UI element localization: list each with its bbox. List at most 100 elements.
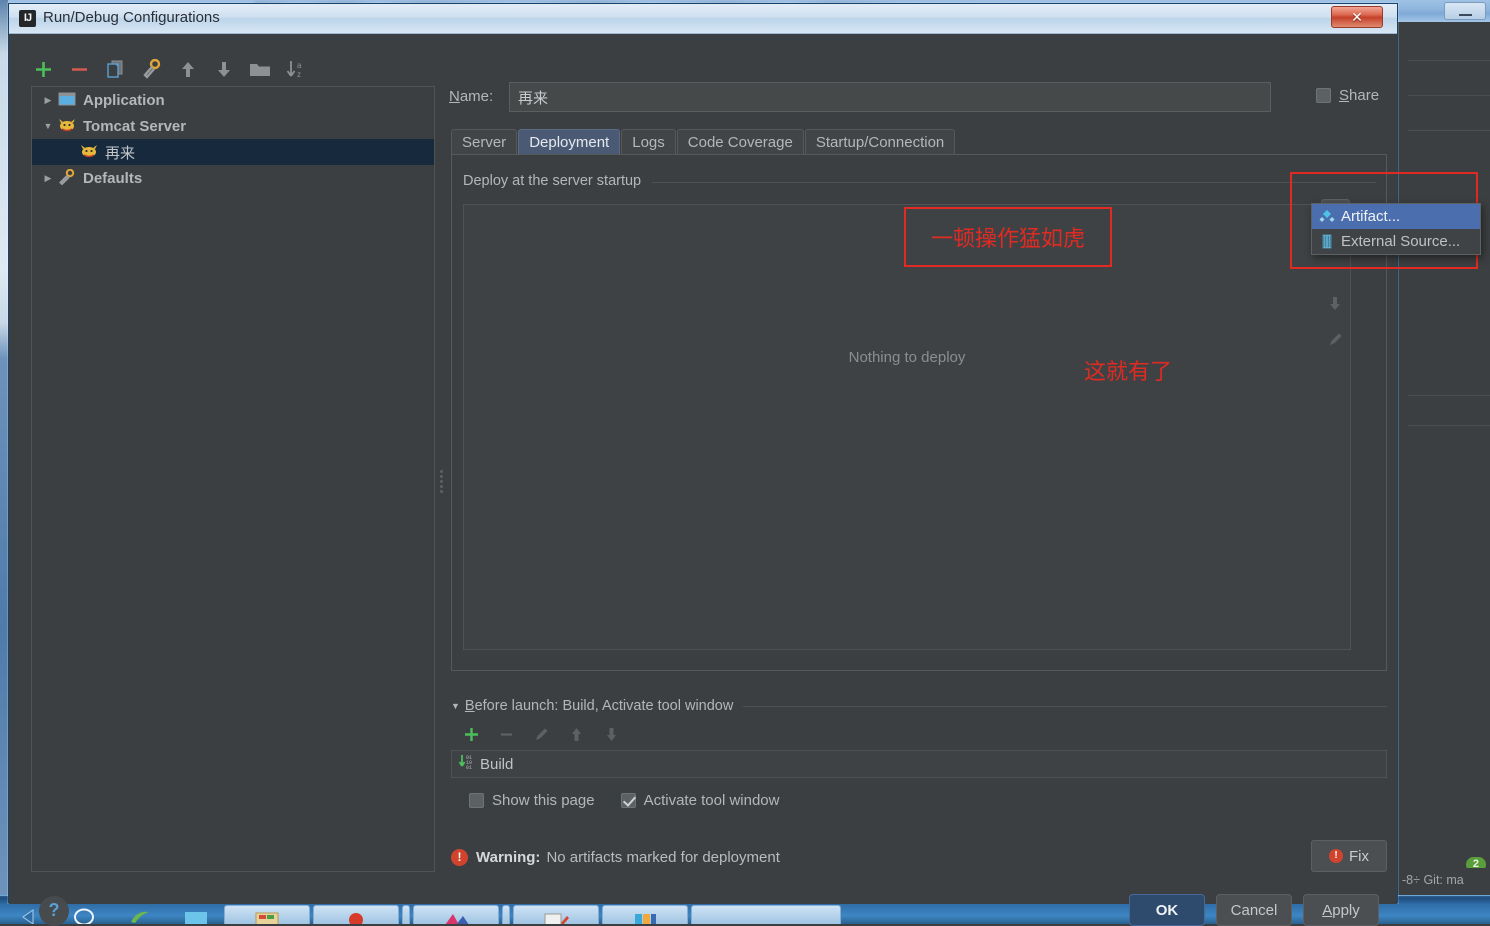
deploy-caption: Deploy at the server startup (463, 173, 647, 189)
taskbar-window-button[interactable] (502, 905, 510, 924)
remove-configuration-button[interactable] (67, 57, 92, 82)
application-icon (58, 91, 78, 109)
configurations-toolbar: a z (31, 52, 308, 86)
add-configuration-button[interactable] (31, 57, 56, 82)
warning-message: No artifacts marked for deployment (546, 849, 779, 866)
artifact-icon (1319, 209, 1341, 225)
configuration-tabs[interactable]: Server Deployment Logs Code Coverage Sta… (451, 129, 956, 155)
fix-warning-icon: ! (1329, 849, 1343, 863)
annotation-boxed-text: 一顿操作猛如虎 (904, 207, 1112, 267)
expand-arrow-icon[interactable]: ▶ (38, 173, 58, 184)
taskbar-quicklaunch-window-icon[interactable] (168, 905, 224, 924)
before-launch-options: Show this page Activate tool window (451, 783, 1387, 817)
annotation-text: 这就有了 (1084, 354, 1172, 386)
menu-item-artifact[interactable]: Artifact... (1312, 204, 1480, 229)
before-launch-header[interactable]: ▼ Before launch: Build, Activate tool wi… (451, 694, 1387, 718)
tree-item-zailai[interactable]: 再来 (32, 139, 434, 165)
run-debug-configurations-dialog: IJ Run/Debug Configurations ✕ (8, 3, 1398, 903)
expand-arrow-icon[interactable]: ▶ (38, 95, 58, 106)
tree-item-application[interactable]: ▶ Application (32, 87, 434, 113)
cancel-button[interactable]: Cancel (1216, 894, 1292, 926)
edit-task-pencil-icon[interactable] (530, 723, 552, 745)
edit-deployment-pencil-icon[interactable] (1321, 325, 1350, 354)
activate-tool-window-checkbox[interactable] (621, 793, 636, 808)
tab-server[interactable]: Server (451, 129, 517, 155)
header-divider (743, 706, 1387, 707)
tab-startup-connection[interactable]: Startup/Connection (805, 129, 955, 155)
background-status-bar: -8÷ Git: ma (1400, 868, 1490, 895)
dialog-body: a z ▶ Application ▼ (9, 34, 1397, 904)
warning-prefix: Warning: (476, 849, 540, 866)
taskbar-window-button[interactable] (413, 905, 499, 924)
share-checkbox-group[interactable]: Share (1316, 87, 1379, 104)
remove-deployment-button[interactable] (1321, 288, 1350, 317)
taskbar-window-button[interactable] (313, 905, 399, 924)
before-launch-task-row[interactable]: 01 10 01 Build (451, 750, 1387, 778)
menu-item-label: External Source... (1341, 233, 1460, 250)
tab-logs[interactable]: Logs (621, 129, 676, 155)
taskbar-window-button[interactable] (602, 905, 688, 924)
menu-item-label: Artifact... (1341, 208, 1400, 225)
svg-text:01: 01 (466, 765, 472, 771)
share-checkbox[interactable] (1316, 88, 1331, 103)
move-task-up-icon[interactable] (565, 723, 587, 745)
close-icon[interactable]: ✕ (1331, 6, 1383, 28)
dialog-title: Run/Debug Configurations (43, 9, 220, 26)
taskbar-window-button[interactable] (513, 905, 599, 924)
warning-row: ! Warning: No artifacts marked for deplo… (451, 840, 1387, 874)
add-deployment-popup-menu[interactable]: Artifact... External Source... (1311, 203, 1481, 255)
before-launch-section: ▼ Before launch: Build, Activate tool wi… (451, 694, 1387, 817)
panel-splitter-handle[interactable] (437, 468, 445, 498)
background-editor-divider (1408, 395, 1490, 396)
move-up-icon[interactable] (175, 57, 200, 82)
intellij-logo-icon: IJ (19, 10, 36, 27)
fix-button[interactable]: ! Fix (1311, 840, 1387, 872)
menu-item-external-source[interactable]: External Source... (1312, 229, 1480, 254)
tab-deployment[interactable]: Deployment (518, 129, 620, 155)
collapse-arrow-icon[interactable]: ▼ (451, 701, 460, 711)
taskbar-window-button[interactable] (402, 905, 410, 924)
add-task-button[interactable] (460, 723, 482, 745)
warning-icon: ! (451, 849, 468, 866)
taskbar-window-button[interactable] (224, 905, 310, 924)
deploy-artifacts-list[interactable]: Nothing to deploy (463, 204, 1351, 650)
taskbar-quicklaunch-folder-icon[interactable] (112, 905, 168, 924)
collapse-arrow-icon[interactable]: ▼ (38, 121, 58, 131)
share-label: Share (1339, 87, 1379, 104)
background-minimize-button[interactable] (1444, 2, 1486, 20)
external-source-icon (1319, 234, 1341, 250)
help-button[interactable]: ? (39, 896, 69, 926)
fix-button-label: Fix (1349, 848, 1369, 865)
tab-code-coverage[interactable]: Code Coverage (677, 129, 804, 155)
before-launch-toolbar (451, 718, 1387, 750)
ok-button[interactable]: OK (1129, 894, 1205, 926)
background-status-text[interactable]: -8÷ Git: ma (1402, 873, 1464, 887)
tree-item-label: Application (83, 92, 165, 109)
background-editor-divider (1408, 60, 1490, 61)
tree-item-defaults[interactable]: ▶ Defaults (32, 165, 434, 191)
move-down-icon[interactable] (211, 57, 236, 82)
taskbar-window-button[interactable] (691, 905, 841, 924)
sort-alphabetically-icon[interactable]: a z (283, 57, 308, 82)
empty-state-text: Nothing to deploy (464, 205, 1350, 649)
show-this-page-checkbox[interactable] (469, 793, 484, 808)
svg-text:a: a (297, 61, 302, 70)
tomcat-icon (58, 117, 78, 135)
move-task-down-icon[interactable] (600, 723, 622, 745)
apply-button[interactable]: Apply (1303, 894, 1379, 926)
tree-item-tomcat-server[interactable]: ▼ Tomcat Server (32, 113, 434, 139)
tomcat-icon (80, 143, 100, 161)
window-left-edge (0, 0, 8, 895)
background-editor-divider (1408, 95, 1490, 96)
name-input[interactable]: 再来 (509, 82, 1271, 112)
new-folder-icon[interactable] (247, 57, 272, 82)
build-icon: 01 10 01 (458, 753, 480, 775)
configurations-tree[interactable]: ▶ Application ▼ Tomcat Server (31, 86, 435, 872)
activate-tool-window-group[interactable]: Activate tool window (621, 792, 780, 809)
remove-task-button[interactable] (495, 723, 517, 745)
copy-configuration-icon[interactable] (103, 57, 128, 82)
show-this-page-group[interactable]: Show this page (469, 792, 595, 809)
edit-templates-wrench-icon[interactable] (139, 57, 164, 82)
wrench-icon (58, 169, 78, 187)
dialog-titlebar[interactable]: IJ Run/Debug Configurations ✕ (9, 4, 1397, 34)
